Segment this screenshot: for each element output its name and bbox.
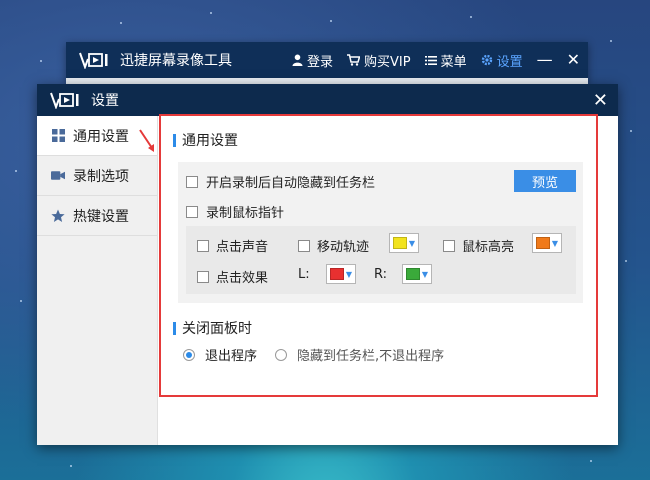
dropdown-arrow-icon: ▼ <box>408 238 415 248</box>
dialog-title: 设置 <box>91 93 119 109</box>
right-click-color-picker[interactable]: ▼ <box>402 264 432 284</box>
top-actions: 登录 购买VIP 菜单 设置 — ✕ <box>292 42 580 78</box>
move-track-checkbox[interactable] <box>298 239 310 252</box>
cursor-effects-panel: 点击声音 移动轨迹 ▼ 鼠标高亮 ▼ 点击效果 L: ▼ R: ▼ <box>186 226 576 294</box>
app-title: 迅捷屏幕录像工具 <box>120 53 232 69</box>
settings-dialog: 设置 ✕ 通用设置 录制选项 热键设置 通用设置 开启录制后自动隐藏到任务栏 预… <box>37 84 618 445</box>
click-effect-checkbox[interactable] <box>197 270 209 283</box>
cursor-highlight-option[interactable]: 鼠标高亮 <box>443 236 514 255</box>
move-track-color-picker[interactable]: ▼ <box>389 233 419 253</box>
sidebar-item-recording[interactable]: 录制选项 <box>37 156 157 196</box>
heading-accent-bar <box>173 133 176 147</box>
cart-icon <box>346 54 360 66</box>
dropdown-arrow-icon: ▼ <box>345 269 352 279</box>
auto-hide-label: 开启录制后自动隐藏到任务栏 <box>206 176 376 191</box>
sidebar-item-hotkeys[interactable]: 热键设置 <box>37 196 157 236</box>
exit-program-label[interactable]: 退出程序 <box>205 345 257 364</box>
left-click-color-picker[interactable]: ▼ <box>326 264 356 284</box>
minimize-button[interactable]: — <box>537 52 553 68</box>
menu-icon <box>424 55 437 65</box>
general-section-heading: 通用设置 <box>173 130 238 150</box>
right-click-label: R: <box>374 267 388 282</box>
move-track-option[interactable]: 移动轨迹 <box>298 236 369 255</box>
sidebar-item-label: 录制选项 <box>73 168 129 185</box>
left-click-label: L: <box>298 267 310 282</box>
dialog-title-bar: 设置 ✕ <box>37 84 618 116</box>
cursor-highlight-checkbox[interactable] <box>443 239 455 252</box>
dropdown-arrow-icon: ▼ <box>421 269 428 279</box>
click-effect-label: 点击效果 <box>216 271 269 286</box>
main-window: 迅捷屏幕录像工具 登录 购买VIP 菜单 设置 — ✕ <box>66 42 588 84</box>
user-icon <box>292 54 303 66</box>
click-sound-label: 点击声音 <box>216 240 269 255</box>
menu-label: 菜单 <box>440 54 467 70</box>
close-panel-section-heading: 关闭面板时 <box>173 318 252 338</box>
click-effect-option[interactable]: 点击效果 <box>197 267 268 286</box>
settings-sidebar: 通用设置 录制选项 热键设置 <box>37 116 158 445</box>
record-cursor-label: 录制鼠标指针 <box>206 206 285 221</box>
move-track-label: 移动轨迹 <box>317 240 370 255</box>
heading-accent-bar <box>173 321 176 335</box>
login-button[interactable]: 登录 <box>292 51 333 70</box>
buy-vip-label: 购买VIP <box>363 54 411 70</box>
right-click-color-swatch <box>406 268 420 280</box>
dialog-logo-icon <box>49 91 81 109</box>
general-settings-panel: 通用设置 开启录制后自动隐藏到任务栏 预览 录制鼠标指针 点击声音 移动轨迹 ▼… <box>159 114 598 397</box>
gear-icon <box>481 54 492 66</box>
options-panel: 开启录制后自动隐藏到任务栏 预览 录制鼠标指针 点击声音 移动轨迹 ▼ 鼠标高亮… <box>178 162 583 303</box>
buy-vip-button[interactable]: 购买VIP <box>346 51 411 70</box>
grid-icon <box>51 129 65 143</box>
star-icon <box>51 209 65 223</box>
annotation-arrow-icon <box>139 129 154 152</box>
sidebar-item-label: 热键设置 <box>73 208 129 225</box>
hide-to-taskbar-label[interactable]: 隐藏到任务栏,不退出程序 <box>297 345 444 364</box>
cursor-highlight-color-swatch <box>536 237 550 249</box>
click-sound-checkbox[interactable] <box>197 239 209 252</box>
record-cursor-option[interactable]: 录制鼠标指针 <box>186 202 284 221</box>
sidebar-item-label: 通用设置 <box>73 128 129 145</box>
record-cursor-checkbox[interactable] <box>186 205 198 218</box>
video-camera-icon <box>51 169 65 183</box>
main-title-bar: 迅捷屏幕录像工具 登录 购买VIP 菜单 设置 — ✕ <box>66 42 588 78</box>
close-behavior-options: 退出程序 隐藏到任务栏,不退出程序 <box>183 345 444 364</box>
login-label: 登录 <box>306 54 333 70</box>
settings-button[interactable]: 设置 <box>481 51 523 70</box>
main-close-button[interactable]: ✕ <box>567 52 580 68</box>
cursor-highlight-label: 鼠标高亮 <box>462 240 515 255</box>
dropdown-arrow-icon: ▼ <box>551 238 558 248</box>
move-track-color-swatch <box>393 237 407 249</box>
click-sound-option[interactable]: 点击声音 <box>197 236 268 255</box>
left-click-color-swatch <box>330 268 344 280</box>
auto-hide-checkbox[interactable] <box>186 175 198 188</box>
auto-hide-option[interactable]: 开启录制后自动隐藏到任务栏 <box>186 172 375 191</box>
general-heading-text: 通用设置 <box>182 133 238 149</box>
preview-button[interactable]: 预览 <box>514 170 576 192</box>
menu-button[interactable]: 菜单 <box>424 51 467 70</box>
settings-label: 设置 <box>496 54 523 70</box>
dialog-close-button[interactable]: ✕ <box>593 90 608 111</box>
close-panel-heading-text: 关闭面板时 <box>182 321 252 337</box>
cursor-highlight-color-picker[interactable]: ▼ <box>532 233 562 253</box>
hide-to-taskbar-radio[interactable] <box>275 348 288 361</box>
app-logo-icon <box>78 51 110 69</box>
exit-program-radio[interactable] <box>183 348 195 361</box>
